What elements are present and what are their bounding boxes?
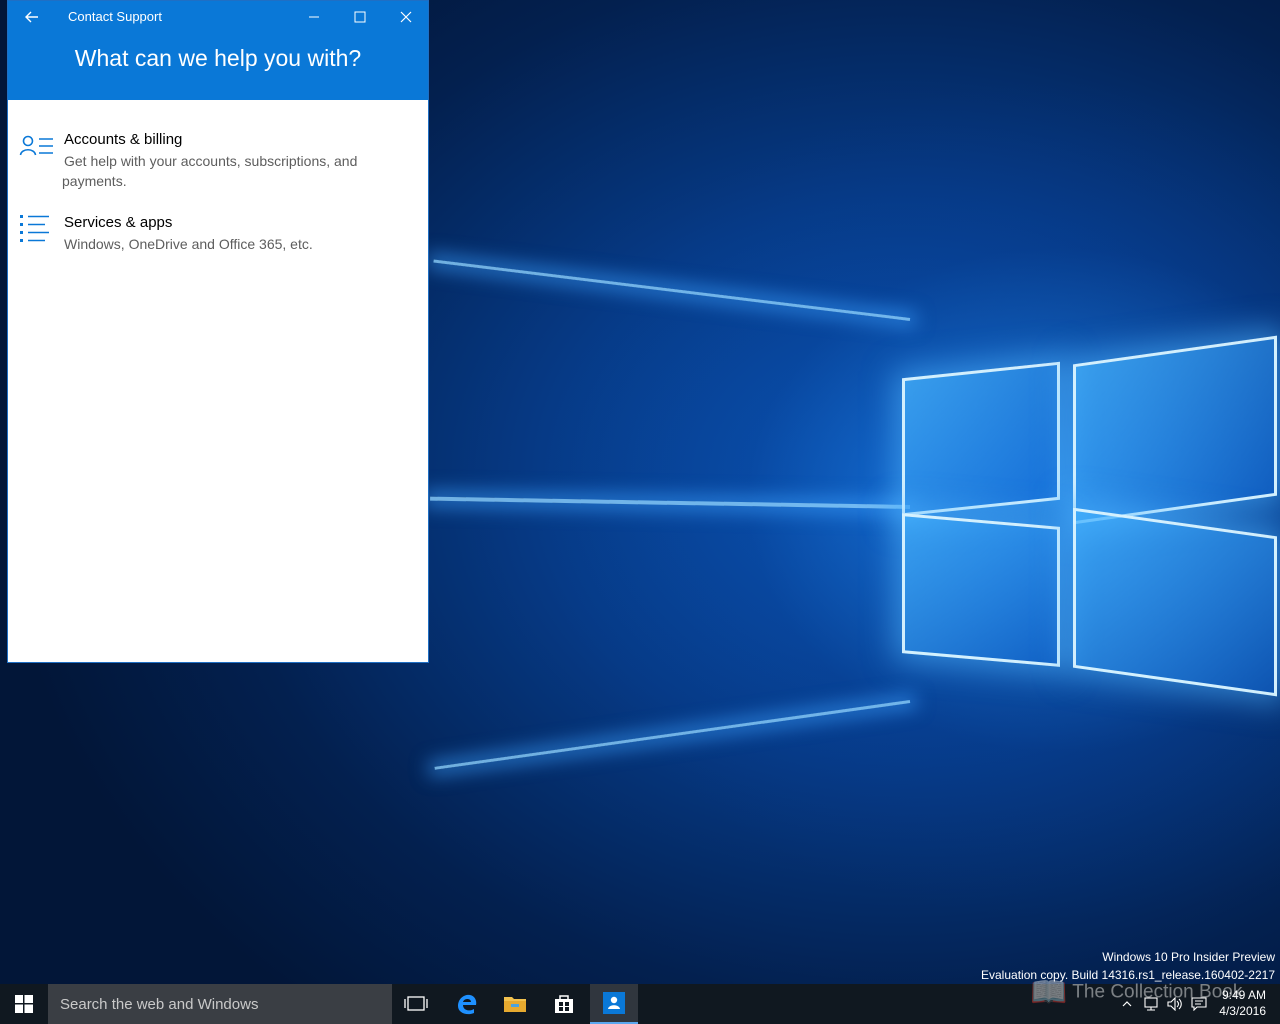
edge-icon <box>458 994 477 1015</box>
option-accounts-billing[interactable]: Accounts & billing Get help with your ac… <box>8 131 428 191</box>
bullet-list-icon <box>20 215 49 242</box>
search-box[interactable]: Search the web and Windows <box>48 984 392 1024</box>
store-icon <box>555 995 573 1013</box>
window-title: Contact Support <box>68 9 162 24</box>
wallpaper-beam <box>433 259 911 321</box>
chevron-up-icon <box>1122 1001 1132 1007</box>
close-button[interactable] <box>383 1 429 33</box>
clock-date: 4/3/2016 <box>1219 1004 1266 1018</box>
contact-support-window: Contact Support What can we help you wit… <box>7 0 429 663</box>
clock[interactable]: 9:49 AM 4/3/2016 <box>1219 987 1266 1019</box>
action-center-button[interactable] <box>1188 984 1210 1024</box>
notification-icon <box>1191 997 1207 1011</box>
network-button[interactable] <box>1140 984 1162 1024</box>
edge-button[interactable] <box>443 984 491 1024</box>
window-header: Contact Support What can we help you wit… <box>8 1 428 100</box>
title-bar[interactable]: Contact Support <box>8 1 428 33</box>
network-icon <box>1144 997 1158 1011</box>
minimize-button[interactable] <box>291 1 337 33</box>
clock-time: 9:49 AM <box>1221 988 1266 1002</box>
wallpaper-pane <box>902 513 1060 667</box>
option-description: Windows, OneDrive and Office 365, etc. <box>64 236 313 252</box>
maximize-button[interactable] <box>337 1 383 33</box>
back-arrow-icon <box>25 11 38 23</box>
task-view-button[interactable] <box>392 984 440 1024</box>
minimize-icon <box>309 16 319 18</box>
search-placeholder: Search the web and Windows <box>60 996 259 1013</box>
speaker-icon <box>1167 997 1182 1011</box>
back-button[interactable] <box>16 3 48 31</box>
contact-support-taskbar-button[interactable] <box>590 984 638 1024</box>
option-description: Get help with your accounts, subscriptio… <box>62 153 358 189</box>
file-explorer-button[interactable] <box>491 984 539 1024</box>
maximize-icon <box>354 11 366 23</box>
wallpaper-pane <box>902 361 1060 517</box>
wallpaper-beam <box>434 700 911 770</box>
wallpaper-pane <box>1073 335 1277 525</box>
option-title: Services & apps <box>64 214 173 231</box>
store-button[interactable] <box>540 984 588 1024</box>
close-icon <box>400 11 412 23</box>
windows-logo-icon <box>15 995 33 1013</box>
file-explorer-icon <box>504 997 526 1012</box>
task-view-icon <box>404 996 428 1011</box>
volume-button[interactable] <box>1164 984 1186 1024</box>
show-hidden-icons-button[interactable] <box>1117 984 1137 1024</box>
option-services-apps[interactable]: Services & apps Windows, OneDrive and Of… <box>8 214 428 256</box>
wallpaper-beam <box>430 496 911 509</box>
book-icon: 📖 <box>1030 976 1068 1009</box>
watermark-edition: Windows 10 Pro Insider Preview <box>1102 950 1275 964</box>
page-heading: What can we help you with? <box>74 45 362 71</box>
wallpaper-pane <box>1073 507 1277 697</box>
start-button[interactable] <box>0 984 48 1024</box>
taskbar: Search the web and Windows 📖 The Collect… <box>0 976 1280 1024</box>
person-list-icon <box>19 135 53 156</box>
contact-support-icon <box>603 992 625 1014</box>
option-title: Accounts & billing <box>64 131 183 148</box>
